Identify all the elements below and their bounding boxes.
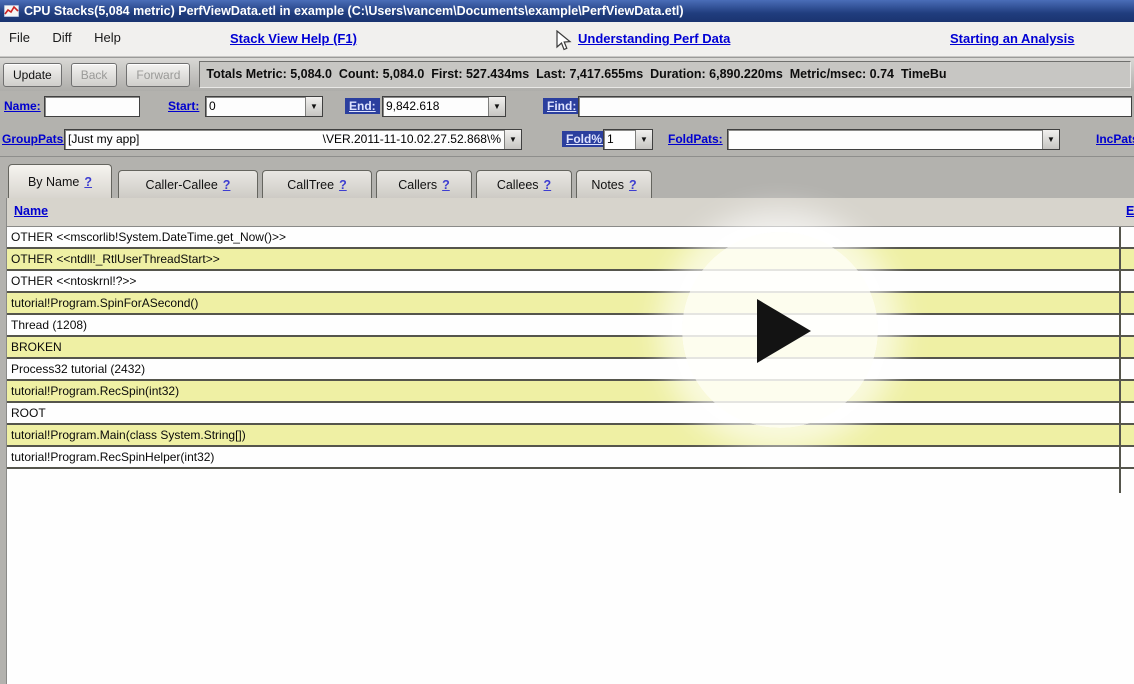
tab-notes[interactable]: Notes ? [576,170,652,198]
tab-strip: By Name ? Caller-Callee ? CallTree ? Cal… [0,157,1134,198]
column-divider [1119,227,1121,493]
tab-help-link[interactable]: ? [339,178,347,192]
foldpats-dropdown-icon[interactable]: ▼ [1042,130,1059,149]
tab-help-link[interactable]: ? [544,178,552,192]
foldpats-link[interactable]: FoldPats: [668,132,723,146]
grouppats-combobox[interactable]: [Just my app] \VER.2011-11-10.02.27.52.8… [64,129,522,150]
tab-label: Notes [591,178,624,192]
filter-row-1: Name: Start: 0 ▼ End: 9,842.618 ▼ Find: [0,91,1134,123]
foldpct-combobox[interactable]: 1 ▼ [603,129,653,150]
grouppats-value[interactable]: [Just my app] [68,132,323,147]
end-value[interactable]: 9,842.618 [383,97,488,116]
menu-help[interactable]: Help [85,22,130,45]
tab-label: CallTree [287,178,334,192]
start-filter-link[interactable]: Start: [168,99,199,113]
table-row[interactable]: OTHER <<ntdll!_RtlUserThreadStart>> [7,249,1134,271]
find-filter-link[interactable]: Find: [543,98,580,114]
tab-help-link[interactable]: ? [629,178,637,192]
app-chart-icon [4,5,19,17]
name-filter-input[interactable] [44,96,140,117]
name-filter-link[interactable]: Name: [4,99,41,113]
end-filter-link[interactable]: End: [345,98,380,114]
find-input[interactable] [578,96,1132,117]
menu-diff[interactable]: Diff [43,22,80,45]
end-dropdown-icon[interactable]: ▼ [488,97,505,116]
table-row[interactable]: OTHER <<ntoskrnl!?>> [7,271,1134,293]
update-button[interactable]: Update [3,63,62,87]
tab-label: By Name [28,175,79,189]
table-row[interactable]: OTHER <<mscorlib!System.DateTime.get_Now… [7,227,1134,249]
tab-help-link[interactable]: ? [223,178,231,192]
start-value[interactable]: 0 [206,97,305,116]
table-header: Name E [7,198,1134,227]
play-icon[interactable] [757,299,811,363]
table-row[interactable]: tutorial!Program.SpinForASecond() [7,293,1134,315]
tab-callees[interactable]: Callees ? [476,170,572,198]
back-button[interactable]: Back [71,63,118,87]
tab-help-link[interactable]: ? [84,175,92,189]
table-row[interactable]: tutorial!Program.RecSpin(int32) [7,381,1134,403]
tab-label: Caller-Callee [146,178,218,192]
tab-callers[interactable]: Callers ? [376,170,472,198]
table-row[interactable]: ROOT [7,403,1134,425]
end-combobox[interactable]: 9,842.618 ▼ [382,96,506,117]
column-header-exc[interactable]: E [1126,204,1134,218]
title-bar: CPU Stacks(5,084 metric) PerfViewData.et… [0,0,1134,22]
tab-label: Callees [497,178,539,192]
foldpats-combobox[interactable]: ▼ [727,129,1060,150]
table-rows: OTHER <<mscorlib!System.DateTime.get_Now… [7,227,1134,469]
tab-calltree[interactable]: CallTree ? [262,170,372,198]
stack-view-help-link[interactable]: Stack View Help (F1) [230,31,357,46]
column-header-name[interactable]: Name [14,204,48,218]
table-row[interactable]: Process32 tutorial (2432) [7,359,1134,381]
grouppats-link[interactable]: GroupPats: [2,132,67,146]
table-row[interactable]: BROKEN [7,337,1134,359]
forward-button[interactable]: Forward [126,63,190,87]
foldpct-dropdown-icon[interactable]: ▼ [635,130,652,149]
incpats-link[interactable]: IncPats: [1096,132,1134,146]
start-combobox[interactable]: 0 ▼ [205,96,323,117]
foldpct-value[interactable]: 1 [604,130,635,149]
menu-file[interactable]: File [0,22,39,45]
totals-stats: Totals Metric: 5,084.0 Count: 5,084.0 Fi… [199,61,1131,88]
tab-by-name[interactable]: By Name ? [8,164,112,198]
foldpats-value[interactable] [728,130,1042,149]
perfview-cpu-stacks-window: CPU Stacks(5,084 metric) PerfViewData.et… [0,0,1134,684]
window-title: CPU Stacks(5,084 metric) PerfViewData.et… [24,4,684,18]
mouse-cursor-icon [556,30,572,52]
toolbar: Update Back Forward Totals Metric: 5,084… [0,57,1134,91]
tab-label: Callers [398,178,437,192]
understanding-perf-data-link[interactable]: Understanding Perf Data [578,31,730,46]
table-row[interactable]: tutorial!Program.Main(class System.Strin… [7,425,1134,447]
table-row[interactable]: Thread (1208) [7,315,1134,337]
filter-row-2: GroupPats: [Just my app] \VER.2011-11-10… [0,123,1134,157]
tab-caller-callee[interactable]: Caller-Callee ? [118,170,258,198]
byname-table: Name E OTHER <<mscorlib!System.DateTime.… [6,198,1134,684]
table-row[interactable]: tutorial!Program.RecSpinHelper(int32) [7,447,1134,469]
starting-an-analysis-link[interactable]: Starting an Analysis [950,31,1075,46]
start-dropdown-icon[interactable]: ▼ [305,97,322,116]
grouppats-value-right[interactable]: \VER.2011-11-10.02.27.52.868\% [323,132,501,147]
tab-help-link[interactable]: ? [442,178,450,192]
grouppats-dropdown-icon[interactable]: ▼ [504,130,521,149]
